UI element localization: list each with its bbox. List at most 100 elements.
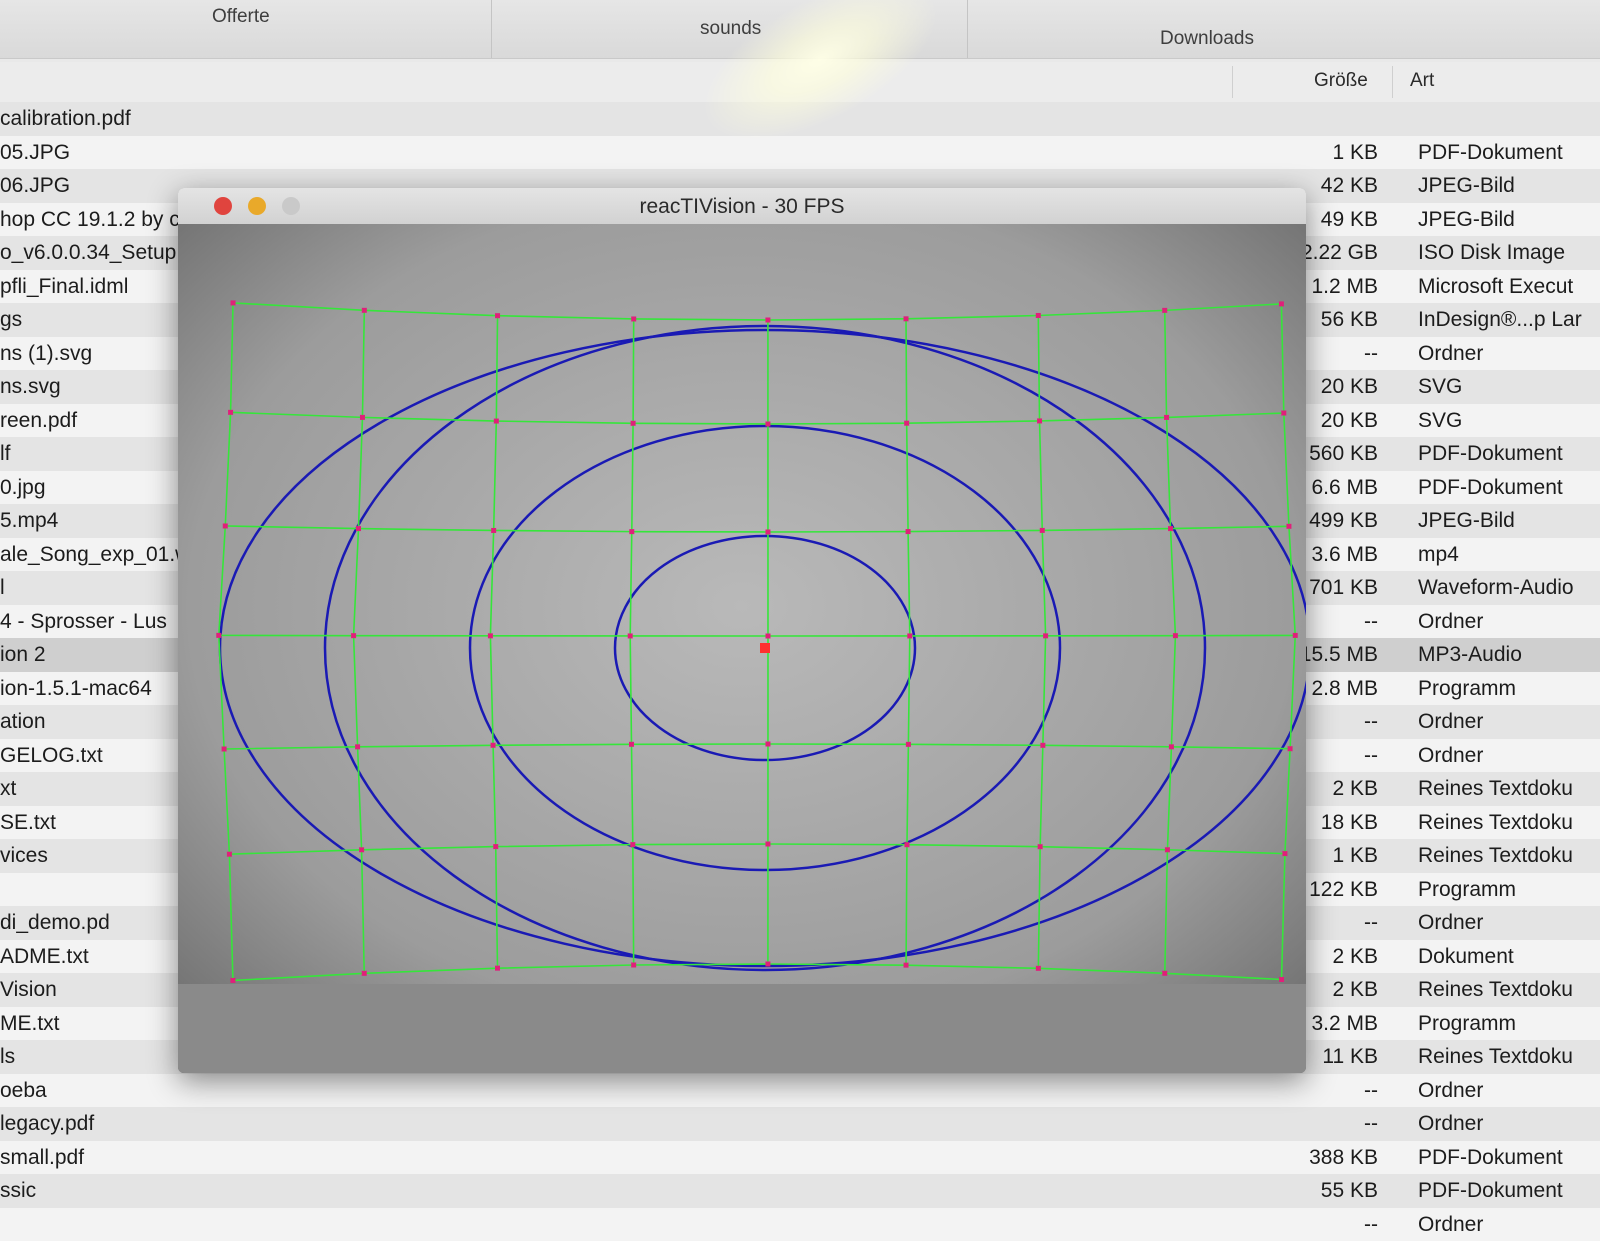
grid-node — [360, 415, 365, 420]
file-name: oeba — [0, 1079, 47, 1103]
file-name: ssic — [0, 1179, 36, 1203]
camera-view[interactable] — [178, 224, 1306, 1073]
file-name: 5.mp4 — [0, 509, 58, 533]
grid-node — [1036, 966, 1041, 971]
file-size: 20 KB — [1321, 375, 1378, 399]
grid-node — [223, 523, 228, 528]
grid-node — [1173, 633, 1178, 638]
file-name: xt — [0, 777, 16, 801]
grid-node — [362, 971, 367, 976]
file-size: 6.6 MB — [1311, 476, 1378, 500]
file-name: ME.txt — [0, 1012, 60, 1036]
file-kind: Ordner — [1418, 1213, 1483, 1237]
file-name: pfli_Final.idml — [0, 275, 128, 299]
file-kind: PDF-Dokument — [1418, 1146, 1563, 1170]
file-kind: SVG — [1418, 409, 1462, 433]
file-kind: JPEG-Bild — [1418, 174, 1515, 198]
file-size: 20 KB — [1321, 409, 1378, 433]
grid-node — [494, 419, 499, 424]
file-name: small.pdf — [0, 1146, 84, 1170]
file-name: ls — [0, 1045, 15, 1069]
column-divider[interactable] — [1392, 66, 1393, 98]
window-titlebar[interactable]: reacTIVision - 30 FPS — [178, 188, 1306, 225]
file-size: -- — [1364, 342, 1378, 366]
file-kind: Ordner — [1418, 710, 1483, 734]
grid-line-horizontal — [219, 635, 1295, 636]
file-name: ale_Song_exp_01.wa — [0, 543, 202, 567]
grid-node — [1164, 415, 1169, 420]
grid-node — [228, 410, 233, 415]
grid-node — [495, 966, 500, 971]
grid-node — [491, 528, 496, 533]
grid-node — [1286, 524, 1291, 529]
file-kind: MP3-Audio — [1418, 643, 1522, 667]
file-kind: InDesign®...p Lar — [1418, 308, 1582, 332]
file-size: 2 KB — [1332, 777, 1378, 801]
grid-node — [362, 308, 367, 313]
file-name: 05.JPG — [0, 141, 70, 165]
grid-node — [906, 742, 911, 747]
file-kind: Reines Textdoku — [1418, 811, 1573, 835]
column-divider[interactable] — [1232, 66, 1233, 98]
file-size: -- — [1364, 1112, 1378, 1136]
grid-node — [765, 529, 770, 534]
file-size: 18 KB — [1321, 811, 1378, 835]
grid-node — [1037, 418, 1042, 423]
camera-border — [178, 984, 1306, 1073]
file-row[interactable]: legacy.pdf--Ordner — [0, 1107, 1600, 1141]
file-size: 3.2 MB — [1311, 1012, 1378, 1036]
column-kind-header[interactable]: Art — [1410, 70, 1434, 92]
file-kind: Programm — [1418, 878, 1516, 902]
file-row[interactable]: oeba--Ordner — [0, 1074, 1600, 1108]
tab-sounds[interactable]: sounds — [492, 0, 968, 58]
grid-node — [765, 962, 770, 967]
file-kind: Reines Textdoku — [1418, 777, 1573, 801]
file-row[interactable]: --Ordner — [0, 1208, 1600, 1241]
file-kind: Ordner — [1418, 1112, 1483, 1136]
grid-node — [355, 744, 360, 749]
file-row[interactable]: small.pdf388 KBPDF-Dokument — [0, 1141, 1600, 1175]
file-name: di_demo.pd — [0, 911, 110, 935]
file-name: ion-1.5.1-mac64 — [0, 677, 152, 701]
file-name: ation — [0, 710, 46, 734]
file-kind: Reines Textdoku — [1418, 978, 1573, 1002]
file-name: 06.JPG — [0, 174, 70, 198]
tab-downloads[interactable]: Downloads — [968, 0, 1600, 58]
column-size-header[interactable]: Größe — [1314, 70, 1368, 92]
file-size: 122 KB — [1309, 878, 1378, 902]
file-size: 15.5 MB — [1300, 643, 1378, 667]
grid-node — [495, 313, 500, 318]
grid-node — [765, 317, 770, 322]
file-kind: Programm — [1418, 677, 1516, 701]
file-name: vices — [0, 844, 48, 868]
grid-node — [628, 633, 633, 638]
grid-node — [1038, 844, 1043, 849]
file-kind: Reines Textdoku — [1418, 844, 1573, 868]
file-name: hop CC 19.1.2 by coz — [0, 208, 202, 232]
file-size: 2.8 MB — [1311, 677, 1378, 701]
file-row[interactable]: calibration.pdf — [0, 102, 1600, 136]
grid-node — [1043, 633, 1048, 638]
file-kind: Programm — [1418, 1012, 1516, 1036]
grid-node — [907, 633, 912, 638]
tab-offerte[interactable]: Offerte — [0, 0, 492, 58]
file-size: -- — [1364, 710, 1378, 734]
file-name: ns.svg — [0, 375, 61, 399]
file-row[interactable]: 05.JPG1 KBPDF-Dokument — [0, 136, 1600, 170]
file-size: 42 KB — [1321, 174, 1378, 198]
file-row[interactable]: ssic55 KBPDF-Dokument — [0, 1174, 1600, 1208]
grid-node — [231, 300, 236, 305]
grid-node — [1293, 633, 1298, 638]
tab-label: sounds — [700, 18, 761, 40]
file-size: 1 KB — [1332, 844, 1378, 868]
grid-node — [1279, 977, 1284, 982]
grid-node — [630, 842, 635, 847]
file-kind: PDF-Dokument — [1418, 442, 1563, 466]
file-kind: Ordner — [1418, 610, 1483, 634]
file-size: 560 KB — [1309, 442, 1378, 466]
grid-node — [1165, 847, 1170, 852]
grid-node — [629, 529, 634, 534]
file-size: -- — [1364, 911, 1378, 935]
grid-node — [216, 633, 221, 638]
file-size: -- — [1364, 610, 1378, 634]
